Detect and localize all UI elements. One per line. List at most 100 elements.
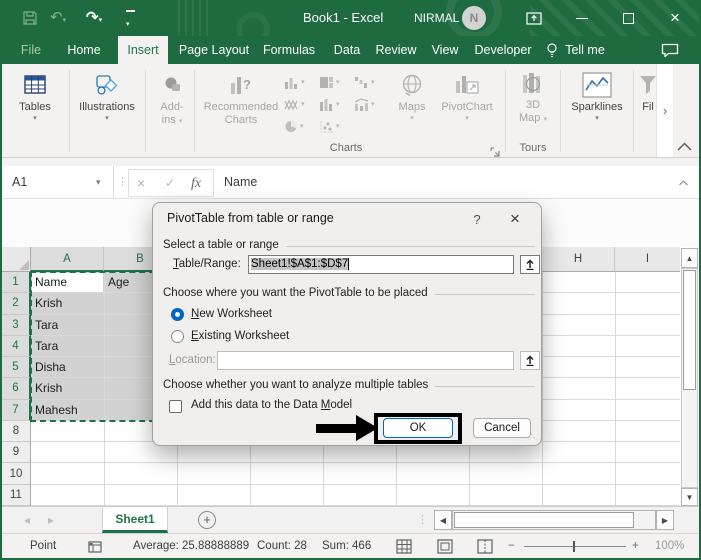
- row-header-1[interactable]: 1: [2, 272, 31, 293]
- zoom-out-button[interactable]: −: [508, 534, 515, 558]
- tables-button[interactable]: Tables ▾: [6, 68, 64, 123]
- name-box-caret-icon[interactable]: ▾: [96, 166, 101, 199]
- customize-qat-button[interactable]: ▾: [126, 10, 135, 31]
- data-model-checkbox[interactable]: [169, 400, 182, 413]
- macro-record-icon[interactable]: [88, 540, 102, 553]
- maps-button[interactable]: Maps ▾: [390, 68, 434, 123]
- pivotchart-button[interactable]: PivotChart ▾: [434, 68, 500, 123]
- row-header-8[interactable]: 8: [2, 421, 31, 442]
- zoom-slider-thumb[interactable]: [573, 541, 575, 552]
- page-layout-view-button[interactable]: [437, 539, 453, 554]
- insert-combo-chart-button[interactable]: ▾: [354, 98, 375, 111]
- expand-formula-bar-icon[interactable]: [678, 179, 689, 187]
- tab-formulas[interactable]: Formulas: [258, 36, 320, 64]
- row-header-4[interactable]: 4: [2, 336, 31, 357]
- new-sheet-button[interactable]: +: [198, 511, 216, 529]
- close-button[interactable]: ×: [660, 0, 690, 36]
- cell-A3[interactable]: Tara: [35, 315, 58, 336]
- ribbon-display-options-button[interactable]: [520, 0, 548, 36]
- insert-column-chart-button[interactable]: ▾: [284, 76, 305, 89]
- table-range-picker-button[interactable]: [520, 255, 540, 274]
- insert-hierarchy-chart-button[interactable]: ▾: [319, 76, 340, 89]
- column-header-H[interactable]: H: [542, 247, 615, 272]
- cancel-entry-icon[interactable]: ×: [137, 167, 145, 200]
- confirm-entry-icon[interactable]: ✓: [165, 167, 175, 200]
- name-box[interactable]: A1 ▾: [4, 166, 114, 199]
- cell-A4[interactable]: Tara: [35, 336, 58, 357]
- select-all-corner[interactable]: [2, 247, 31, 272]
- row-header-7[interactable]: 7: [2, 400, 31, 421]
- radio-new-worksheet[interactable]: [171, 308, 184, 321]
- cell-A5[interactable]: Disha: [35, 357, 66, 378]
- tab-page-layout[interactable]: Page Layout: [176, 36, 252, 64]
- minimize-button[interactable]: [568, 0, 596, 36]
- sheet-tab-sheet1[interactable]: Sheet1: [102, 507, 168, 533]
- dialog-help-button[interactable]: ?: [468, 210, 486, 228]
- redo-button[interactable]: ↷▾: [86, 0, 102, 36]
- formula-bar-content[interactable]: Name: [224, 166, 257, 199]
- column-header-A[interactable]: A: [31, 247, 104, 272]
- ribbon-overflow-strip[interactable]: ›: [656, 64, 673, 157]
- maximize-button[interactable]: [614, 0, 642, 36]
- location-input[interactable]: [217, 351, 514, 370]
- insert-waterfall-chart-button[interactable]: ▾: [354, 76, 375, 89]
- hscroll-thumb[interactable]: [454, 512, 634, 528]
- cell-A7[interactable]: Mahesh: [35, 400, 78, 421]
- cell-A6[interactable]: Krish: [35, 378, 62, 399]
- row-header-6[interactable]: 6: [2, 378, 31, 399]
- add-ins-button[interactable]: Add- ins ▾: [150, 68, 194, 127]
- tab-insert[interactable]: Insert: [118, 36, 168, 64]
- undo-button[interactable]: ↶▾: [50, 0, 66, 36]
- insert-line-chart-button[interactable]: ▾: [284, 98, 305, 111]
- avatar[interactable]: N: [462, 6, 486, 30]
- normal-view-button[interactable]: [396, 539, 412, 554]
- tab-developer[interactable]: Developer: [468, 36, 538, 64]
- tab-file[interactable]: File: [14, 36, 48, 64]
- zoom-level[interactable]: 100%: [655, 534, 684, 558]
- illustrations-button[interactable]: Illustrations ▾: [74, 68, 140, 123]
- save-button[interactable]: [20, 0, 40, 36]
- zoom-slider-track[interactable]: [524, 546, 626, 547]
- three-d-map-button[interactable]: 3D Map ▾: [510, 68, 556, 125]
- row-header-11[interactable]: 11: [2, 485, 31, 506]
- hscroll-right-button[interactable]: ▶: [656, 510, 674, 530]
- cell-A2[interactable]: Krish: [35, 293, 62, 314]
- hscroll-left-button[interactable]: ◀: [434, 510, 452, 530]
- sparklines-button[interactable]: Sparklines ▾: [565, 68, 629, 123]
- location-picker-button[interactable]: [520, 351, 540, 370]
- tab-review[interactable]: Review: [372, 36, 420, 64]
- tab-view[interactable]: View: [426, 36, 464, 64]
- insert-scatter-chart-button[interactable]: ▾: [319, 120, 340, 133]
- dialog-resize-grip[interactable]: ⋱: [530, 434, 538, 442]
- vscroll-thumb[interactable]: [683, 270, 696, 390]
- tab-home[interactable]: Home: [62, 36, 106, 64]
- radio-existing-worksheet[interactable]: [171, 330, 184, 343]
- insert-pie-chart-button[interactable]: ▾: [284, 120, 304, 133]
- row-header-5[interactable]: 5: [2, 357, 31, 378]
- account-name[interactable]: NIRMAL: [414, 0, 459, 36]
- insert-bar-chart-button[interactable]: ▾: [319, 98, 340, 111]
- tab-tell-me[interactable]: Tell me: [562, 36, 608, 64]
- sheet-nav-right-icon[interactable]: ▸: [48, 507, 54, 534]
- tab-scroll-splitter[interactable]: ⋮: [417, 507, 428, 533]
- cancel-button[interactable]: Cancel: [473, 418, 531, 438]
- row-header-2[interactable]: 2: [2, 293, 31, 314]
- insert-function-icon[interactable]: fx: [191, 167, 201, 200]
- cell-B1[interactable]: Age: [108, 272, 129, 293]
- cell-A1[interactable]: Name: [35, 272, 67, 293]
- dialog-close-button[interactable]: ×: [501, 207, 529, 231]
- recommended-charts-button[interactable]: ? Recommended Charts: [198, 68, 284, 127]
- tab-data[interactable]: Data: [328, 36, 366, 64]
- share-comment-button[interactable]: [656, 40, 684, 60]
- hscroll-track[interactable]: [452, 510, 656, 530]
- vscroll-track[interactable]: [681, 268, 698, 488]
- row-header-10[interactable]: 10: [2, 463, 31, 484]
- table-range-input[interactable]: Sheet1!$A$1:$D$7: [248, 255, 514, 274]
- row-header-3[interactable]: 3: [2, 315, 31, 336]
- column-header-I[interactable]: I: [615, 247, 680, 272]
- collapse-ribbon-button[interactable]: [676, 140, 693, 158]
- zoom-in-button[interactable]: +: [632, 534, 639, 558]
- vscroll-down-button[interactable]: ▼: [681, 488, 698, 506]
- page-break-view-button[interactable]: [477, 539, 493, 554]
- sheet-nav-left-icon[interactable]: ◂: [24, 507, 30, 534]
